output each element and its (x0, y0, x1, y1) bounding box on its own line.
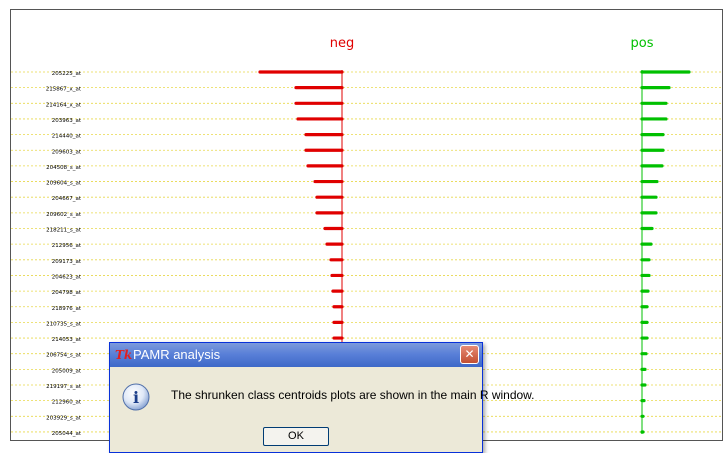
gene-label: 212960_at (52, 400, 82, 406)
close-icon: ✕ (464, 347, 475, 361)
gene-label: 209603_at (52, 149, 82, 155)
gene-label: 218976_at (52, 306, 82, 312)
gene-label: 214164_x_at (46, 102, 82, 108)
dialog-title: PAMR analysis (133, 347, 221, 362)
class-label-pos: pos (631, 36, 654, 51)
gene-label: 204623_at (52, 274, 82, 280)
svg-text:i: i (133, 388, 139, 407)
gene-label: 210735_s_at (46, 321, 82, 327)
gene-label: 204667_at (52, 196, 82, 202)
gene-label: 212956_at (52, 243, 82, 249)
class-label-neg: neg (330, 36, 355, 51)
dialog-message: The shrunken class centroids plots are s… (171, 388, 535, 402)
gene-label: 203963_at (52, 118, 82, 124)
gene-label: 209602_s_at (46, 212, 82, 218)
gene-label: 204508_s_at (46, 165, 82, 171)
pamr-dialog: Tk PAMR analysis ✕ i The shrunken class … (109, 342, 535, 453)
gene-label: 205225_at (52, 71, 82, 77)
gene-label: 215867_x_at (46, 87, 82, 93)
dialog-titlebar[interactable]: Tk PAMR analysis ✕ (110, 343, 482, 367)
gene-label: 205009_at (52, 368, 82, 374)
gene-label: 209604_s_at (46, 181, 82, 187)
gene-label: 214440_at (52, 134, 82, 140)
gene-label: 218211_s_at (46, 228, 82, 234)
close-button[interactable]: ✕ (460, 345, 479, 364)
gene-label: 205044_at (52, 431, 82, 437)
gene-label: 203929_s_at (46, 415, 82, 421)
gene-label: 206754_s_at (46, 353, 82, 359)
tk-icon: Tk (115, 348, 133, 362)
gene-label: 219197_s_at (46, 384, 82, 390)
gene-label: 204798_at (52, 290, 82, 296)
gene-label: 214053_at (52, 337, 82, 343)
gene-label: 209173_at (52, 259, 82, 265)
ok-button[interactable]: OK (263, 427, 329, 446)
info-icon: i (122, 383, 150, 411)
